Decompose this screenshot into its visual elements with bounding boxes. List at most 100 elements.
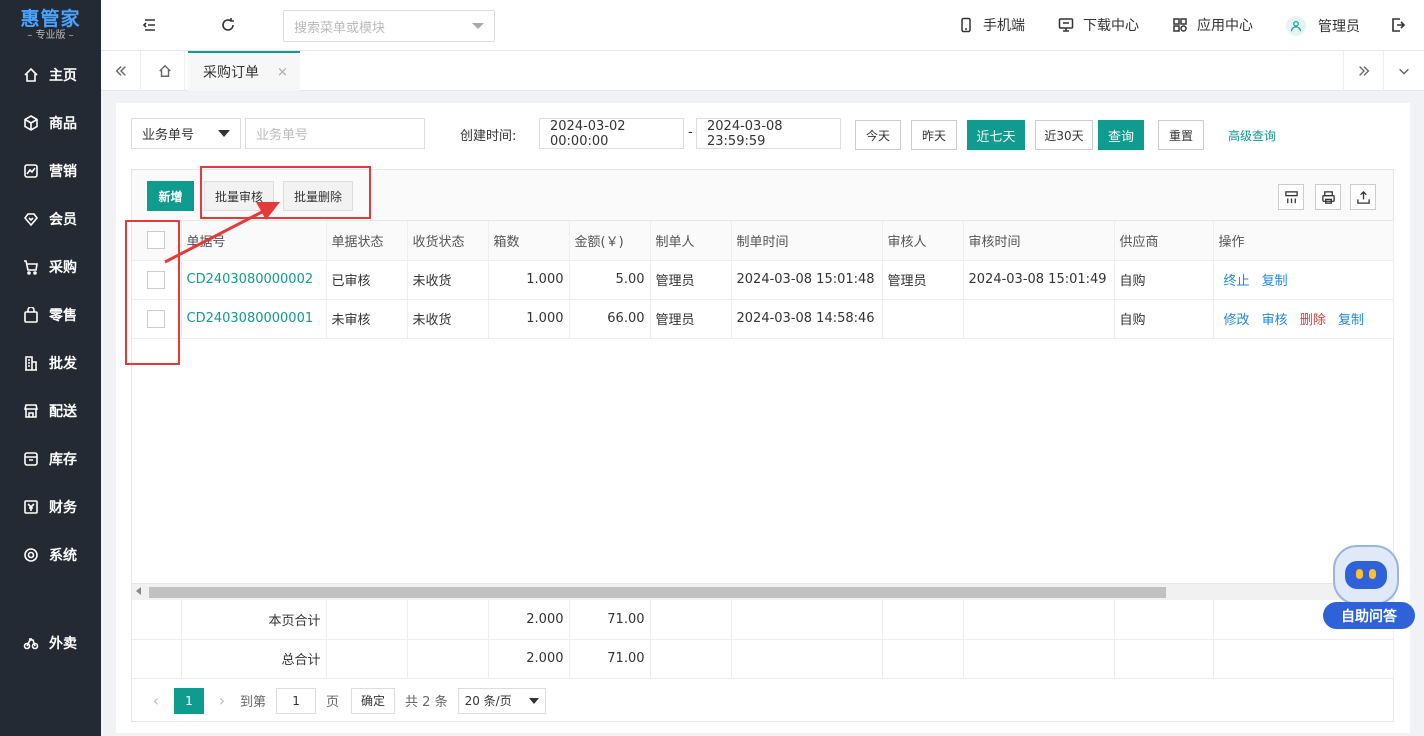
- sidebar-item-purchase[interactable]: 采购: [0, 243, 101, 291]
- inventory-icon: [22, 450, 40, 468]
- page-total-label: 本页合计: [181, 600, 327, 640]
- menu-search-input[interactable]: 搜索菜单或模块: [283, 10, 495, 42]
- sidebar-item-retail[interactable]: 零售: [0, 291, 101, 339]
- goto-label: 到第: [240, 695, 267, 710]
- column-header[interactable]: 单据状态: [326, 221, 408, 261]
- sidebar-item-label: 库存: [49, 452, 77, 468]
- confirm-page-button[interactable]: 确定: [351, 687, 396, 714]
- chart-icon: [22, 162, 40, 180]
- bag-icon: [22, 306, 40, 324]
- sidebar-item-system[interactable]: 系统: [0, 531, 101, 579]
- print-icon[interactable]: [1315, 184, 1341, 210]
- horizontal-scrollbar[interactable]: [132, 583, 1393, 600]
- tabs-menu-chevron-down-icon[interactable]: [1383, 51, 1423, 91]
- mobile-link[interactable]: 手机端: [958, 15, 1025, 35]
- sidebar-item-members[interactable]: 会员: [0, 195, 101, 243]
- sidebar-item-finance[interactable]: 财务: [0, 483, 101, 531]
- page-size-select[interactable]: 20 条/页: [457, 687, 546, 714]
- sidebar-item-products[interactable]: 商品: [0, 99, 101, 147]
- column-settings-icon[interactable]: [1278, 184, 1304, 210]
- sidebar-item-delivery[interactable]: 配送: [0, 387, 101, 435]
- column-header: 操作: [1213, 221, 1394, 261]
- column-header[interactable]: 审核时间: [963, 221, 1115, 261]
- current-page[interactable]: 1: [174, 687, 204, 714]
- tabs-scroll-right-icon[interactable]: [1343, 51, 1383, 91]
- column-header[interactable]: 制单人: [650, 221, 732, 261]
- close-icon[interactable]: ×: [277, 65, 288, 80]
- copy-button[interactable]: 复制: [1262, 274, 1288, 289]
- date-to-input[interactable]: 2024-03-08 23:59:59: [696, 118, 841, 149]
- sidebar-item-marketing[interactable]: 营销: [0, 147, 101, 195]
- approve-button[interactable]: 审核: [1262, 313, 1288, 328]
- creator-cell: 管理员: [650, 260, 732, 300]
- query-button[interactable]: 查询: [1098, 120, 1144, 150]
- home-icon: [22, 66, 40, 84]
- status-cell: 未审核: [326, 299, 408, 339]
- avatar: [1286, 16, 1306, 36]
- yesterday-button[interactable]: 昨天: [911, 120, 957, 150]
- advanced-query-link[interactable]: 高级查询: [1228, 127, 1276, 144]
- home-tab-icon[interactable]: [145, 51, 185, 91]
- sidebar-item-home[interactable]: 主页: [0, 51, 101, 99]
- download-center-link[interactable]: 下载中心: [1058, 15, 1139, 35]
- tab-purchase-orders[interactable]: 采购订单 ×: [188, 51, 300, 91]
- order-no-link[interactable]: CD2403080000002: [187, 272, 314, 287]
- sidebar-item-label: 外卖: [49, 636, 77, 652]
- prev-page-icon[interactable]: ‹: [146, 691, 166, 710]
- terminate-button[interactable]: 终止: [1224, 274, 1250, 289]
- yen-icon: [22, 498, 40, 516]
- sidebar-item-takeout[interactable]: 外卖: [0, 619, 101, 667]
- tabs-scroll-left-icon[interactable]: [101, 51, 141, 91]
- order-no-input[interactable]: 业务单号: [245, 118, 425, 149]
- column-header[interactable]: 供应商: [1114, 221, 1214, 261]
- column-header[interactable]: 收货状态: [407, 221, 489, 261]
- last-7-days-button[interactable]: 近七天: [967, 120, 1025, 150]
- actions-cell: 终止 复制: [1213, 260, 1394, 300]
- app-center-link[interactable]: 应用中心: [1172, 15, 1253, 35]
- scrollbar-thumb[interactable]: [149, 587, 1166, 598]
- tab-label: 采购订单: [203, 65, 259, 81]
- column-header[interactable]: 制单时间: [731, 221, 883, 261]
- annotation-arrow: [164, 202, 280, 264]
- sidebar-item-label: 财务: [49, 500, 77, 516]
- column-header[interactable]: 审核人: [882, 221, 964, 261]
- last-30-days-button[interactable]: 近30天: [1035, 120, 1093, 150]
- app-center-label: 应用中心: [1197, 18, 1253, 34]
- sidebar-item-wholesale[interactable]: 批发: [0, 339, 101, 387]
- menu-toggle-icon[interactable]: [138, 13, 162, 37]
- help-assistant-button[interactable]: 自助问答: [1323, 545, 1415, 632]
- amount-cell: 5.00: [569, 260, 651, 300]
- created-at-cell: 2024-03-08 15:01:48: [731, 260, 883, 300]
- order-no-link[interactable]: CD2403080000001: [187, 311, 314, 326]
- field-select[interactable]: 业务单号: [131, 118, 241, 149]
- today-button[interactable]: 今天: [855, 120, 901, 150]
- user-menu[interactable]: 管理员: [1286, 16, 1360, 36]
- robot-face: [1345, 561, 1387, 589]
- edit-button[interactable]: 修改: [1224, 313, 1250, 328]
- column-header[interactable]: 箱数: [488, 221, 570, 261]
- date-from-value: 2024-03-02 00:00:00: [550, 118, 626, 149]
- goto-page-input[interactable]: 1: [276, 687, 317, 714]
- logo[interactable]: 惠管家 – 专业版 –: [0, 0, 101, 50]
- export-icon[interactable]: [1350, 184, 1376, 210]
- field-select-value: 业务单号: [142, 128, 195, 143]
- actions-cell: 修改 审核 删除 复制: [1213, 299, 1394, 339]
- sidebar-item-label: 系统: [49, 548, 77, 564]
- receive-status-cell: 未收货: [407, 299, 489, 339]
- reset-button[interactable]: 重置: [1158, 120, 1204, 150]
- scroll-left-arrow-icon[interactable]: [136, 587, 141, 595]
- table-header-row: 单据号 单据状态 收货状态 箱数 金额(￥) 制单人 制单时间 审核人 审核时间…: [132, 221, 1394, 261]
- sidebar-item-inventory[interactable]: 库存: [0, 435, 101, 483]
- logout-icon[interactable]: [1386, 13, 1410, 37]
- copy-button[interactable]: 复制: [1338, 313, 1364, 328]
- top-bar: 搜索菜单或模块 手机端 下载中心 应用中心 管理员: [101, 0, 1424, 51]
- created-at-cell: 2024-03-08 14:58:46: [731, 299, 883, 339]
- column-header[interactable]: 金额(￥): [569, 221, 651, 261]
- refresh-icon[interactable]: [216, 13, 240, 37]
- delete-button[interactable]: 删除: [1300, 313, 1326, 328]
- logo-text: 惠管家: [20, 8, 81, 30]
- date-from-input[interactable]: 2024-03-02 00:00:00: [539, 118, 684, 149]
- bike-icon: [22, 634, 40, 652]
- chevron-down-icon: [528, 697, 539, 704]
- next-page-icon[interactable]: ›: [212, 691, 232, 710]
